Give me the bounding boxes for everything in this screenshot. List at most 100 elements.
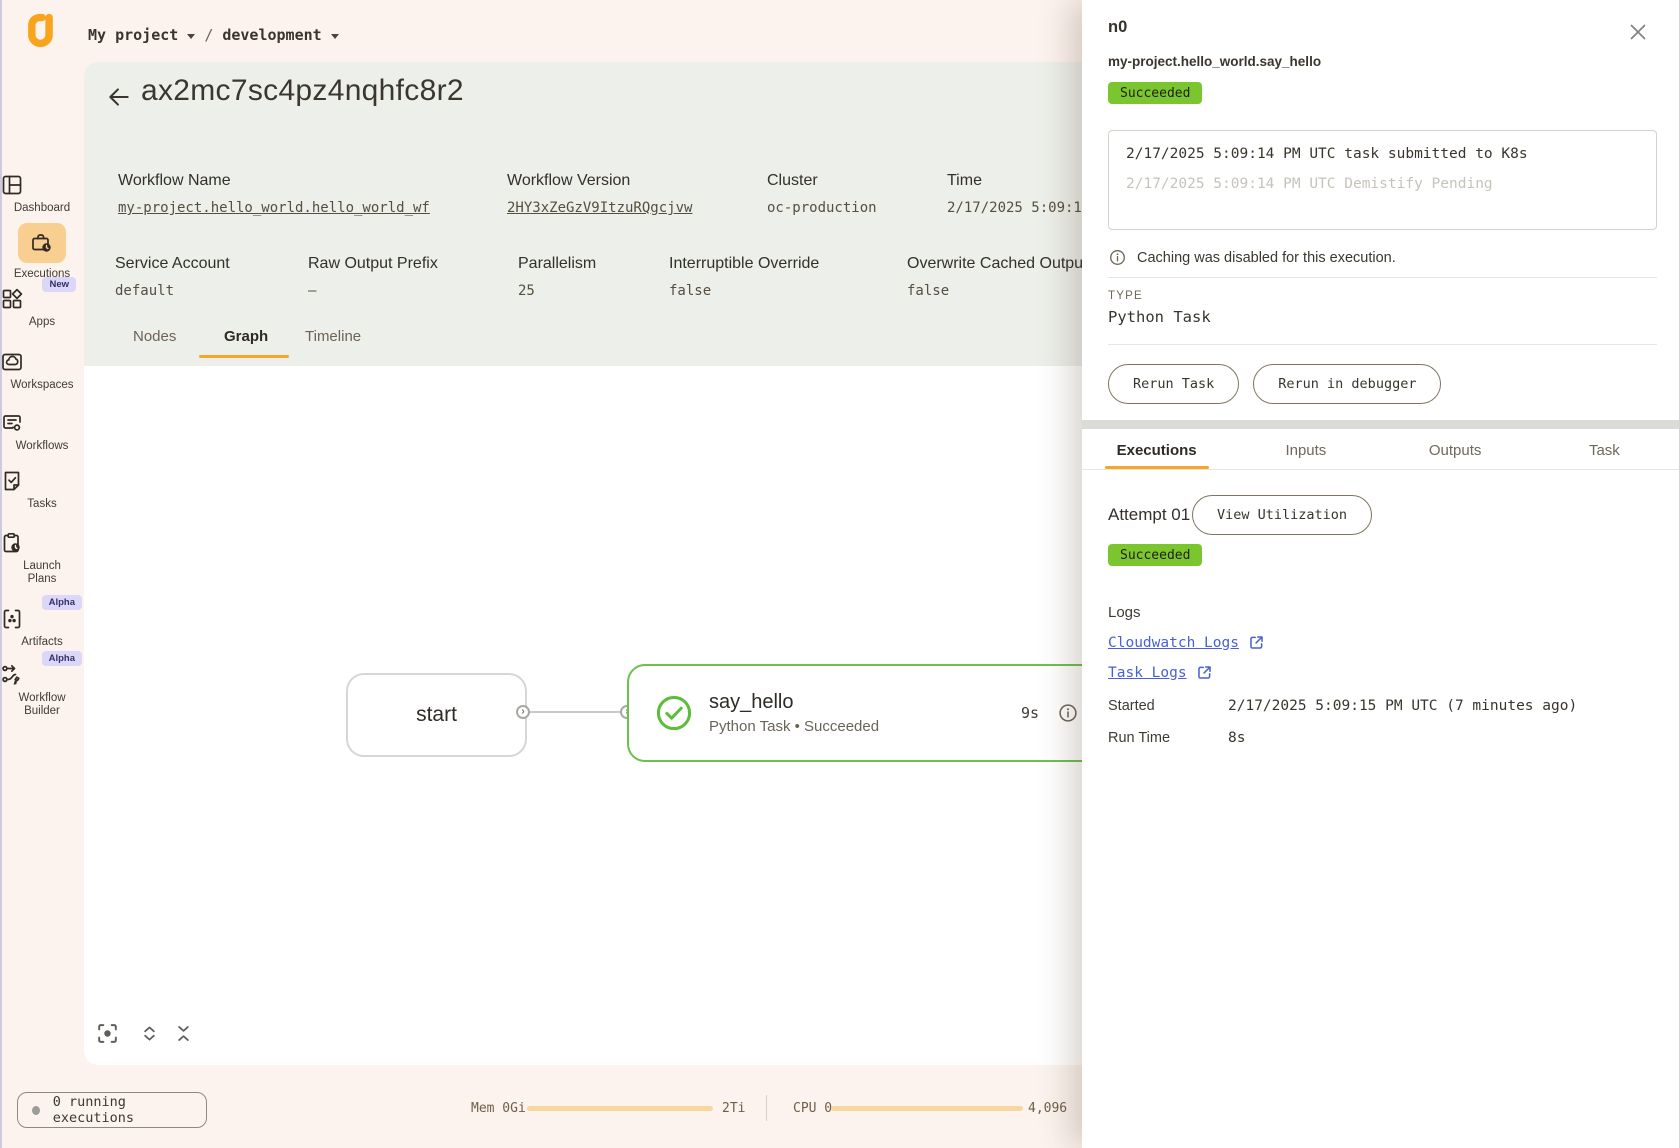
chevron-down-icon[interactable]	[187, 34, 195, 39]
tab-executions[interactable]: Executions	[1082, 432, 1231, 469]
chevron-down-icon[interactable]	[331, 34, 339, 39]
breadcrumb-project[interactable]: My project	[88, 26, 178, 44]
cloudwatch-logs-link[interactable]: Cloudwatch Logs	[1108, 634, 1265, 651]
sidebar-item-launch-plans[interactable]: Launch Plans	[0, 531, 84, 586]
sidebar-item-workspaces[interactable]: Workspaces	[0, 350, 84, 392]
event-log-line: 2/17/2025 5:09:14 PM UTC task submitted …	[1126, 146, 1639, 162]
sidebar-item-tasks[interactable]: Tasks	[0, 469, 84, 511]
alpha-badge: Alpha	[42, 651, 82, 666]
node-subtitle: Python Task • Succeeded	[709, 718, 879, 735]
node-duration: 9s	[1021, 704, 1039, 722]
workflow-builder-icon	[0, 663, 84, 687]
tab-graph[interactable]: Graph	[224, 328, 268, 345]
service-account-value: default	[115, 283, 174, 299]
sidebar-item-label: Workflow Builder	[11, 692, 73, 718]
running-status-dot	[32, 1106, 40, 1115]
interruptible-override-value: false	[669, 283, 711, 299]
event-log-line: 2/17/2025 5:09:14 PM UTC Demistify Pendi…	[1126, 176, 1639, 192]
panel-scroll-divider[interactable]	[1082, 420, 1679, 429]
workflow-name-link[interactable]: my-project.hello_world.hello_world_wf	[118, 200, 430, 216]
type-value: Python Task	[1108, 308, 1211, 326]
divider	[1082, 469, 1679, 470]
tab-label: Inputs	[1285, 442, 1326, 459]
expand-nodes-button[interactable]	[139, 1023, 160, 1044]
detail-label: Time	[947, 172, 982, 190]
view-utilization-button[interactable]: View Utilization	[1192, 495, 1372, 535]
detail-label: Service Account	[115, 255, 230, 273]
sidebar-item-label: Workspaces	[0, 379, 84, 392]
graph-node-say-hello[interactable]: say_hello Python Task • Succeeded 9s	[627, 664, 1105, 762]
sidebar-item-label: Dashboard	[0, 202, 84, 215]
sidebar-item-executions[interactable]: Executions	[0, 223, 84, 281]
tab-task[interactable]: Task	[1530, 432, 1679, 469]
type-label: TYPE	[1108, 290, 1143, 302]
info-icon	[1108, 248, 1127, 267]
divider	[1108, 277, 1657, 278]
detail-label: Workflow Version	[507, 172, 630, 190]
sidebar-item-dashboard[interactable]: Dashboard	[0, 173, 84, 215]
sidebar-item-workflow-builder[interactable]: Alpha Workflow Builder	[0, 663, 84, 718]
new-badge: New	[42, 277, 76, 292]
detail-label: Workflow Name	[118, 172, 231, 190]
external-link-icon	[1248, 634, 1265, 651]
tab-inputs[interactable]: Inputs	[1231, 432, 1380, 469]
sidebar-item-apps[interactable]: New Apps	[0, 287, 84, 329]
event-log-box: 2/17/2025 5:09:14 PM UTC task submitted …	[1108, 130, 1657, 230]
active-item-highlight	[18, 223, 66, 263]
tab-label: Executions	[1117, 442, 1197, 459]
sidebar: Dashboard Executions New Apps	[0, 73, 84, 1073]
workspaces-icon	[0, 350, 84, 374]
recenter-graph-button[interactable]	[95, 1021, 120, 1046]
graph-edge	[529, 711, 621, 713]
caching-note-text: Caching was disabled for this execution.	[1137, 250, 1396, 266]
back-arrow-button[interactable]	[106, 84, 132, 110]
launch-plans-icon	[0, 531, 84, 555]
artifacts-icon	[0, 607, 84, 631]
info-icon[interactable]	[1057, 702, 1079, 724]
running-executions-pill[interactable]: 0 running executions	[17, 1092, 207, 1128]
rerun-in-debugger-button[interactable]: Rerun in debugger	[1253, 364, 1441, 404]
collapse-nodes-button[interactable]	[173, 1023, 194, 1044]
meter-divider	[766, 1095, 767, 1121]
parallelism-value: 25	[518, 283, 535, 299]
graph-node-start[interactable]: start	[346, 673, 527, 757]
tab-timeline[interactable]: Timeline	[305, 328, 361, 345]
tab-label: Outputs	[1429, 442, 1482, 459]
workflow-version-link[interactable]: 2HY3xZeGzV9ItzuRQgcjvw	[507, 200, 692, 216]
sidebar-item-workflows[interactable]: Workflows	[0, 411, 84, 453]
tasks-icon	[0, 469, 84, 493]
attempt-label: Attempt 01	[1108, 505, 1190, 525]
action-buttons: Rerun Task Rerun in debugger	[1108, 364, 1441, 404]
rerun-task-button[interactable]: Rerun Task	[1108, 364, 1239, 404]
overwrite-cached-outputs-value: false	[907, 283, 949, 299]
tab-nodes[interactable]: Nodes	[133, 328, 176, 345]
close-icon[interactable]	[1626, 20, 1650, 44]
dashboard-icon	[0, 173, 84, 197]
union-logo[interactable]	[20, 13, 60, 53]
external-link-icon	[1196, 664, 1213, 681]
edge-connector-icon: ›	[516, 705, 530, 719]
status-badge: Succeeded	[1108, 82, 1202, 104]
sidebar-item-label: Tasks	[0, 498, 84, 511]
mem-meter-bar	[527, 1106, 713, 1111]
running-executions-label: 0 running executions	[53, 1094, 192, 1126]
sidebar-item-artifacts[interactable]: Alpha Artifacts	[0, 607, 84, 649]
breadcrumb: My project / development	[88, 24, 339, 46]
mem-meter-label: Mem 0Gi	[471, 1101, 526, 1116]
run-time-label: Run Time	[1108, 730, 1170, 746]
sidebar-item-label: Launch Plans	[13, 560, 71, 586]
link-label: Cloudwatch Logs	[1108, 635, 1239, 651]
run-time-value: 8s	[1228, 730, 1245, 746]
task-logs-link[interactable]: Task Logs	[1108, 664, 1213, 681]
panel-title: n0	[1108, 18, 1127, 37]
cluster-value: oc-production	[767, 200, 877, 216]
cpu-meter-label: CPU 0	[793, 1101, 832, 1116]
sidebar-item-label: Artifacts	[0, 636, 84, 649]
breadcrumb-separator: /	[204, 26, 213, 44]
breadcrumb-domain[interactable]: development	[222, 26, 321, 44]
panel-tabs: Executions Inputs Outputs Task	[1082, 432, 1679, 469]
started-value: 2/17/2025 5:09:15 PM UTC (7 minutes ago)	[1228, 698, 1577, 714]
sidebar-item-label: Apps	[0, 316, 84, 329]
executions-icon	[30, 231, 54, 255]
tab-outputs[interactable]: Outputs	[1381, 432, 1530, 469]
